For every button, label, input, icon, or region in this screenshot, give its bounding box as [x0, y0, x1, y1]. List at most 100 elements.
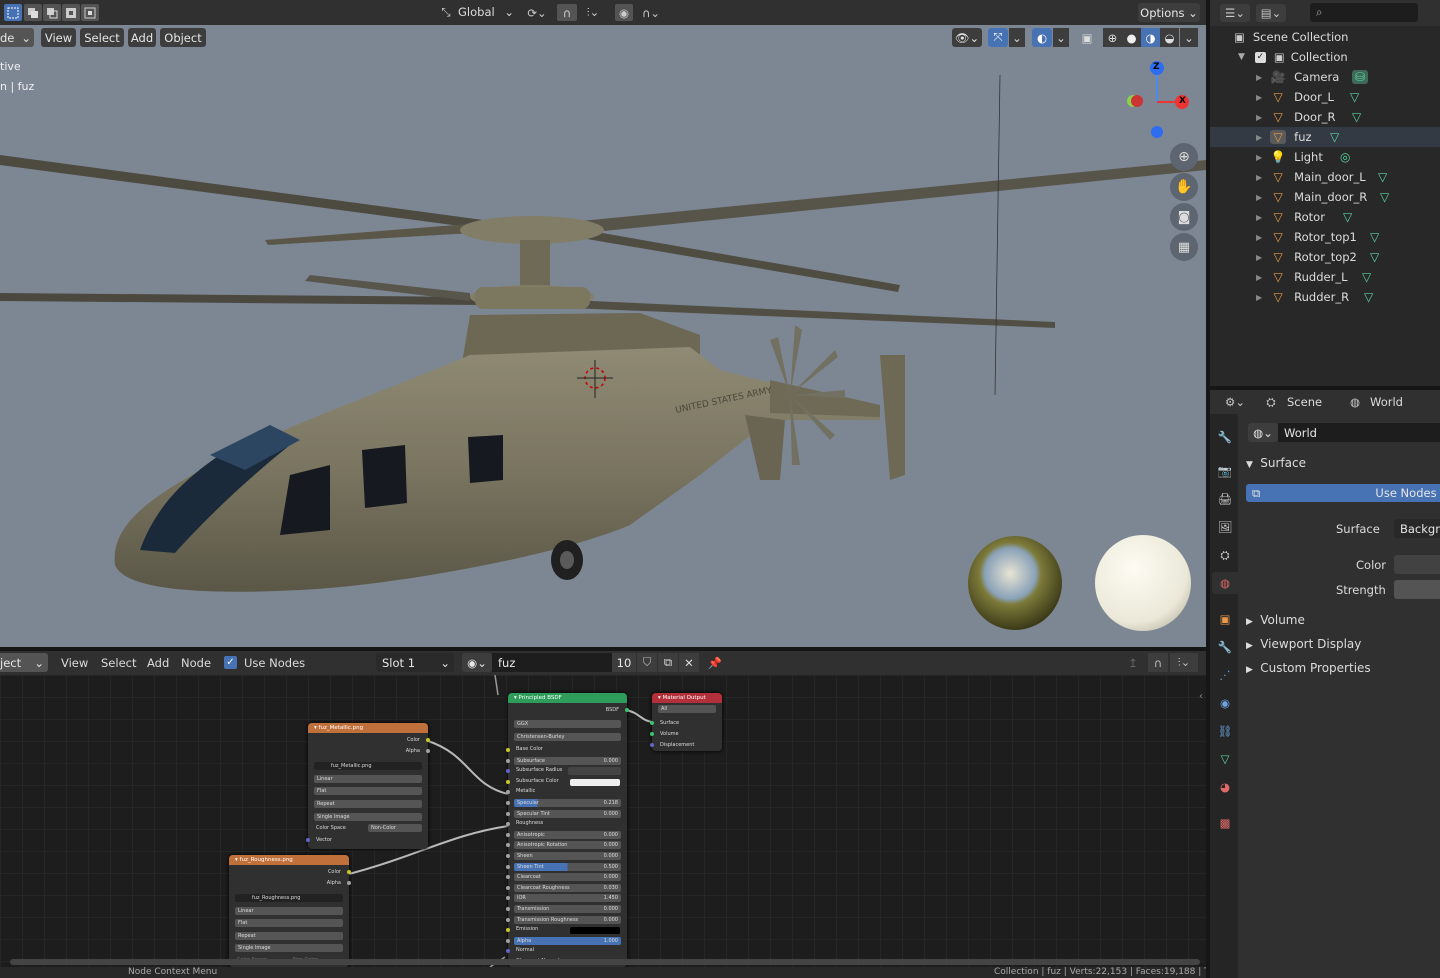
outliner-item-rudder-r[interactable]: ▶ ▽ Rudder_R ▽ [1210, 287, 1440, 307]
editor-type-icon[interactable]: ⚙⌄ [1220, 393, 1250, 411]
strength-field[interactable] [1394, 580, 1440, 599]
bsdf-input-socket[interactable] [506, 885, 510, 890]
emission-color-swatch[interactable] [570, 927, 620, 935]
node-snap-target-icon[interactable]: ⫶⌄ [1170, 653, 1198, 672]
mesh-data-icon[interactable]: ▽ [1364, 290, 1373, 304]
bsdf-input-socket[interactable] [506, 769, 510, 774]
ortho-grid-icon[interactable]: ▦ [1170, 233, 1198, 261]
outliner-item-fuz[interactable]: ▶ ▽ fuz ▽ [1210, 127, 1440, 147]
proportional-edit-icon[interactable]: ◉ [615, 4, 633, 21]
helicopter-model[interactable]: UNITED STATES ARMY [0, 25, 1206, 647]
expand-arrow-icon[interactable]: ▼ [1238, 52, 1245, 62]
bsdf-input-ior[interactable]: IOR 1.450 [514, 894, 621, 903]
material-tab-icon[interactable]: ◕ [1216, 778, 1234, 796]
bsdf-input-sheen-tint[interactable]: Sheen Tint 0.500 [514, 862, 621, 871]
expand-arrow-icon[interactable]: ▶ [1256, 93, 1262, 102]
view-layer-tab-icon[interactable]: 🖼 [1216, 518, 1234, 536]
material-browse-button[interactable]: ◉⌄ [462, 653, 492, 672]
volume-panel-header[interactable]: ▶ Volume [1246, 613, 1305, 627]
outliner-item-main-door-l[interactable]: ▶ ▽ Main_door_L ▽ [1210, 167, 1440, 187]
extension-select[interactable]: Repeat [235, 932, 343, 940]
select-intersect-icon[interactable] [81, 4, 99, 21]
expand-arrow-icon[interactable]: ▶ [1256, 73, 1262, 82]
volume-input-socket[interactable] [650, 732, 654, 736]
source-select[interactable]: Single Image [314, 813, 422, 821]
object-tab-icon[interactable]: ▣ [1216, 610, 1234, 628]
image-selector[interactable]: fuz_Metallic.png [314, 762, 422, 770]
particles-tab-icon[interactable]: ⋰ [1216, 666, 1234, 684]
bsdf-input-transmission[interactable]: Transmission 0.000 [514, 905, 621, 913]
bsdf-input-socket[interactable] [506, 928, 510, 933]
viewport-menu-object[interactable]: Object [160, 28, 206, 47]
select-invert-icon[interactable] [62, 4, 80, 21]
pin-icon[interactable]: 📌 [705, 653, 725, 672]
material-user-count[interactable]: 10 [612, 653, 636, 672]
viewport-menu-add[interactable]: Add [128, 28, 156, 47]
expand-arrow-icon[interactable]: ▶ [1256, 133, 1262, 142]
slot-select[interactable]: Slot 1 ⌄ [376, 653, 454, 672]
bsdf-input-socket[interactable] [506, 896, 510, 901]
bsdf-input-socket[interactable] [506, 822, 510, 827]
material-name-field[interactable]: fuz [492, 653, 612, 672]
source-select[interactable]: Single Image [235, 944, 343, 952]
bsdf-input-socket[interactable] [506, 790, 510, 795]
collection-row[interactable]: ▼ ✓ ▣ Collection [1210, 47, 1440, 67]
bsdf-input-socket[interactable] [506, 875, 510, 880]
mesh-data-icon[interactable]: ▽ [1362, 270, 1371, 284]
material-shading-icon[interactable]: ◑ [1141, 28, 1160, 47]
mesh-data-icon[interactable]: ▽ [1350, 90, 1359, 104]
chevron-down-icon[interactable]: ⌄ [1180, 28, 1198, 47]
bsdf-input-socket[interactable] [506, 843, 510, 848]
bsdf-input-socket[interactable] [506, 779, 510, 784]
projection-select[interactable]: Flat [235, 919, 343, 927]
bsdf-input-specular[interactable]: Specular 0.218 [514, 799, 621, 807]
output-color-socket[interactable] [426, 738, 430, 742]
outliner-item-main-door-r[interactable]: ▶ ▽ Main_door_R ▽ [1210, 187, 1440, 207]
bsdf-input-sheen[interactable]: Sheen 0.000 [514, 852, 621, 860]
modifier-tab-icon[interactable]: 🔧 [1216, 638, 1234, 656]
subsurface-radius-dropdown[interactable] [568, 767, 621, 776]
bsdf-input-anisotropic[interactable]: Anisotropic 0.000 [514, 830, 621, 839]
use-nodes-button[interactable]: ⧉ Use Nodes [1246, 484, 1440, 502]
bsdf-output-socket[interactable] [625, 708, 629, 712]
outliner-item-rudder-l[interactable]: ▶ ▽ Rudder_L ▽ [1210, 267, 1440, 287]
transform-orientation-select[interactable]: Global ⌄ [458, 5, 516, 21]
color-space-select[interactable]: Non-Color [368, 824, 422, 832]
select-extend-icon[interactable] [24, 4, 42, 21]
sidebar-toggle-icon[interactable]: ‹ [1196, 689, 1206, 703]
chevron-down-icon[interactable]: ⌄ [1053, 28, 1069, 47]
mesh-data-icon[interactable]: ▽ [1343, 210, 1352, 224]
display-mode-icon[interactable]: ▤⌄ [1256, 4, 1286, 22]
pan-hand-icon[interactable]: ✋ [1170, 173, 1198, 201]
wireframe-shading-icon[interactable]: ⊕ [1103, 28, 1122, 47]
image-selector[interactable]: fuz_Roughness.png [235, 894, 343, 902]
principled-bsdf-node[interactable]: ▾ Principled BSDF BSDF GGX Christensen-B… [506, 693, 629, 967]
extension-select[interactable]: Repeat [314, 800, 422, 808]
bsdf-input-socket[interactable] [506, 832, 510, 837]
node-menu-add[interactable]: Add [147, 656, 169, 670]
fake-user-icon[interactable]: ⛉ [637, 653, 657, 672]
color-field[interactable] [1394, 555, 1440, 574]
bsdf-input-anisotropic-rotation[interactable]: Anisotropic Rotation 0.000 [514, 841, 621, 850]
bsdf-input-socket[interactable] [506, 917, 510, 922]
expand-arrow-icon[interactable]: ▶ [1256, 173, 1262, 182]
output-alpha-socket[interactable] [347, 881, 351, 885]
snap-icon[interactable]: ∩ [557, 4, 577, 21]
world-browse-button[interactable]: ◍⌄ [1248, 423, 1278, 442]
mesh-data-icon[interactable]: ▽ [1370, 250, 1379, 264]
unlink-material-icon[interactable]: ✕ [679, 653, 699, 672]
select-subtract-icon[interactable] [43, 4, 61, 21]
shader-type-select[interactable]: ject ⌄ [0, 653, 48, 672]
mesh-data-icon[interactable]: ▽ [1378, 170, 1387, 184]
bsdf-input-socket[interactable] [506, 938, 510, 943]
bsdf-input-specular-tint[interactable]: Specular Tint 0.000 [514, 809, 621, 818]
horizontal-scrollbar[interactable] [10, 959, 1200, 965]
select-box-mode-icon[interactable] [4, 4, 22, 21]
zoom-icon[interactable]: ⊕ [1170, 143, 1198, 171]
node-editor-canvas[interactable]: ▾ fuz_Metallic.png Color Alpha fuz_Metal… [0, 675, 1206, 967]
outliner-item-rotor[interactable]: ▶ ▽ Rotor ▽ [1210, 207, 1440, 227]
bsdf-input-socket[interactable] [506, 854, 510, 858]
bsdf-input-socket[interactable] [506, 801, 510, 805]
gizmo-toggle-icon[interactable]: ⤧ [988, 28, 1008, 47]
bsdf-input-socket[interactable] [506, 864, 510, 869]
